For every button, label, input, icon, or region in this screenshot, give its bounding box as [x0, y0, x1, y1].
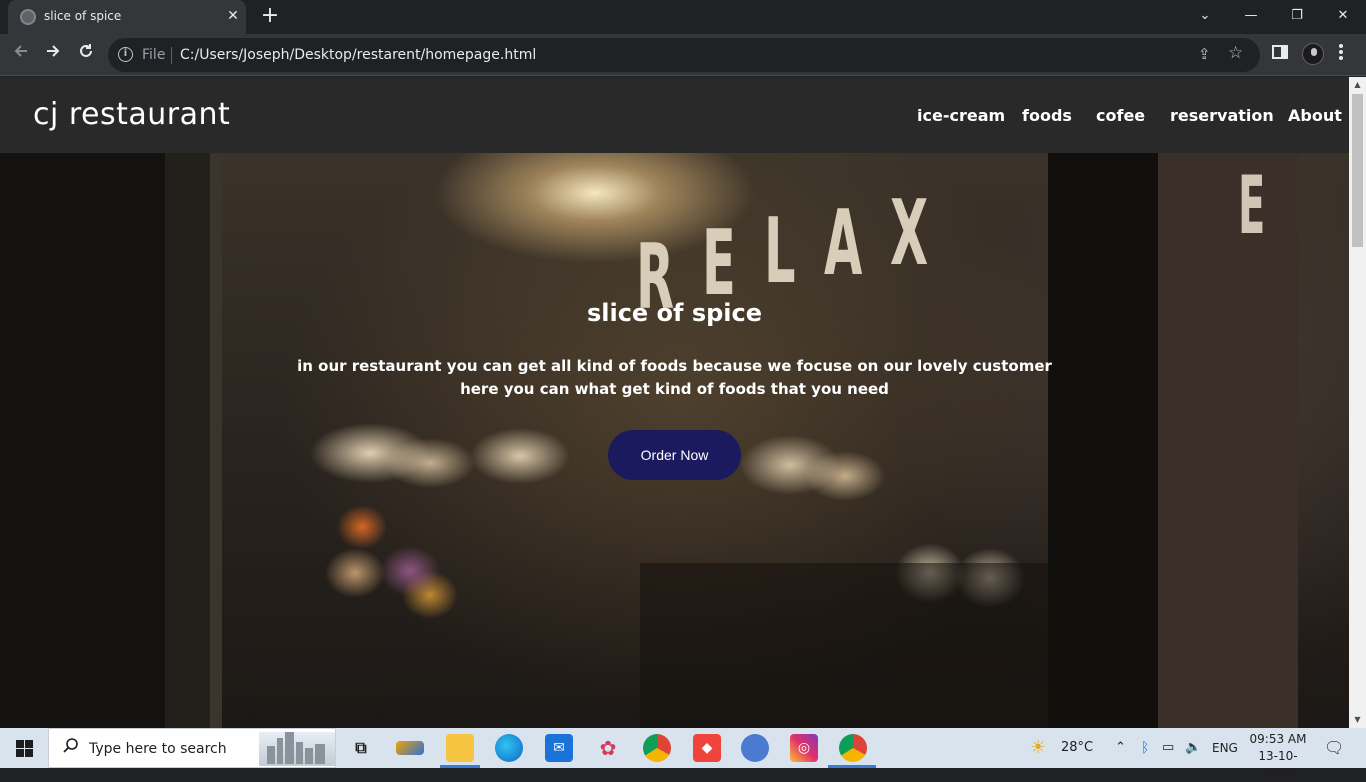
profile-avatar[interactable]: [1302, 43, 1324, 65]
tab-close-icon[interactable]: ✕: [224, 6, 242, 26]
nav-link-about[interactable]: About: [1288, 106, 1342, 125]
browser-tabstrip: slice of spice ✕ + ⌄ — ❐ ✕: [0, 0, 1366, 34]
minimize-button[interactable]: —: [1228, 0, 1274, 32]
sidepanel-icon[interactable]: [1272, 44, 1288, 64]
hero-description: in our restaurant you can get all kind o…: [0, 355, 1349, 401]
nav-link-reservation[interactable]: reservation: [1170, 106, 1274, 125]
weather-temperature[interactable]: 28°C: [1061, 728, 1093, 768]
search-placeholder: Type here to search: [89, 741, 227, 757]
volume-icon[interactable]: 🔈: [1185, 728, 1201, 768]
scrollbar-thumb[interactable]: [1352, 94, 1363, 247]
nav-link-foods[interactable]: foods: [1022, 106, 1072, 125]
system-clock[interactable]: 09:53 AM 13-10-2023: [1246, 731, 1310, 782]
back-icon[interactable]: [8, 42, 34, 68]
nav-link-cofee[interactable]: cofee: [1096, 106, 1145, 125]
nav-link-ice-cream[interactable]: ice-cream: [917, 106, 1005, 125]
taskbar-app-icon[interactable]: [396, 741, 424, 755]
anydesk-icon[interactable]: ◆: [693, 734, 721, 762]
search-highlight-image: [259, 732, 335, 766]
bluetooth-icon[interactable]: ᛒ: [1141, 728, 1149, 768]
restore-button[interactable]: ❐: [1274, 0, 1320, 32]
browser-tab[interactable]: slice of spice ✕: [8, 0, 246, 34]
instagram-icon[interactable]: ◎: [790, 734, 818, 762]
photos-app-icon[interactable]: ✿: [594, 734, 622, 762]
address-bar[interactable]: i File C:/Users/Joseph/Desktop/restarent…: [108, 38, 1260, 72]
taskbar-search-box[interactable]: Type here to search: [48, 728, 336, 768]
order-now-button[interactable]: Order Now: [608, 430, 741, 480]
site-logo[interactable]: cj restaurant: [33, 97, 230, 132]
hero-description-line1: in our restaurant you can get all kind o…: [297, 357, 1052, 375]
chat-app-icon[interactable]: [741, 734, 769, 762]
page-viewport: cj restaurant ice-cream foods cofee rese…: [0, 77, 1366, 728]
tray-chevron-icon[interactable]: ⌃: [1115, 728, 1126, 768]
battery-icon[interactable]: ▭: [1162, 728, 1174, 768]
tab-search-button[interactable]: ⌄: [1182, 0, 1228, 32]
chrome-active-icon[interactable]: [839, 734, 867, 762]
windows-start-icon[interactable]: [0, 728, 48, 768]
language-indicator[interactable]: ENG: [1212, 728, 1238, 768]
info-icon[interactable]: i: [118, 47, 133, 62]
search-icon: [62, 737, 80, 760]
browser-toolbar: i File C:/Users/Joseph/Desktop/restarent…: [0, 34, 1366, 76]
address-scheme-label: File: [142, 47, 166, 63]
scroll-down-icon[interactable]: ▼: [1349, 712, 1366, 728]
site-header: cj restaurant ice-cream foods cofee rese…: [0, 77, 1349, 153]
windows-taskbar: Type here to search ⧉ ✉ ✿ ◆ ◎ ☀ 28°C ⌃ ᛒ…: [0, 728, 1366, 780]
clock-date: 13-10-2023: [1258, 749, 1298, 780]
weather-icon[interactable]: ☀: [1030, 728, 1046, 768]
address-separator: [171, 47, 172, 64]
address-url[interactable]: C:/Users/Joseph/Desktop/restarent/homepa…: [180, 47, 536, 63]
reload-icon[interactable]: [73, 42, 99, 68]
forward-icon[interactable]: [40, 42, 66, 68]
tab-favicon-icon: [20, 9, 36, 25]
new-tab-button[interactable]: +: [258, 4, 282, 28]
menu-icon[interactable]: [1338, 42, 1344, 66]
notifications-icon[interactable]: 🗨: [1324, 728, 1344, 768]
clock-time: 09:53 AM: [1249, 732, 1307, 746]
hero-section: R E L A X E slice of spice in our restau…: [0, 153, 1349, 728]
chrome-icon[interactable]: [643, 734, 671, 762]
star-icon[interactable]: ☆: [1228, 43, 1243, 63]
hero-content: slice of spice in our restaurant you can…: [0, 153, 1349, 728]
mail-icon[interactable]: ✉: [545, 734, 573, 762]
edge-icon[interactable]: [495, 734, 523, 762]
tab-title: slice of spice: [44, 9, 122, 23]
hero-title: slice of spice: [586, 299, 763, 327]
share-icon[interactable]: ⇪: [1198, 45, 1211, 63]
file-explorer-icon[interactable]: [446, 734, 474, 762]
scroll-up-icon[interactable]: ▲: [1349, 77, 1366, 93]
page-scrollbar[interactable]: ▲ ▼: [1349, 77, 1366, 728]
task-view-icon[interactable]: ⧉: [347, 734, 375, 762]
hero-description-line2: here you can what get kind of foods that…: [460, 380, 889, 398]
close-window-button[interactable]: ✕: [1320, 0, 1366, 32]
